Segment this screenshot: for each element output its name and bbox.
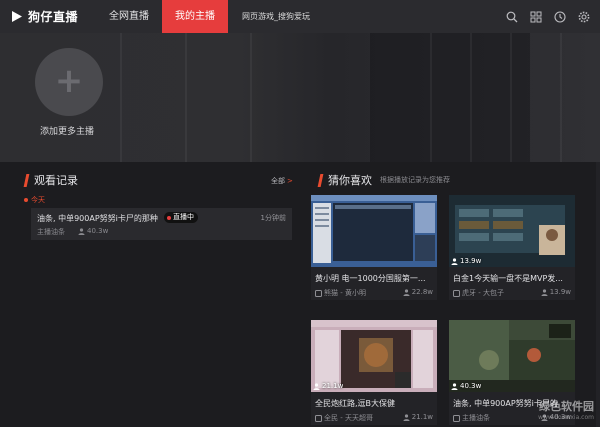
history-list-item[interactable]: 油条, 中单900AP努努i卡尸的那种 直播中 1分钟前 主播油条 40.3w (31, 208, 292, 240)
tab-web-games[interactable]: 网页游戏_搜狗爱玩 (228, 0, 323, 33)
thumbnail-image (311, 195, 437, 267)
today-label-text: 今天 (31, 196, 45, 204)
thumbnail-viewers: 13.9w (451, 257, 481, 265)
stream-author-name: 虎牙 - 大包子 (462, 289, 504, 297)
watermark-text: 绿色软件园 (539, 400, 594, 413)
hero-decoration (185, 33, 187, 162)
stream-author-name: 主播油条 (462, 414, 490, 422)
recommend-subtitle: 根据播放记录为您推荐 (380, 176, 450, 184)
hero-decoration (370, 33, 530, 162)
stream-thumbnail: 13.9w (449, 195, 575, 267)
tab-my-streamers[interactable]: 我的主播 (162, 0, 228, 33)
person-icon (541, 288, 548, 296)
play-logo-icon (12, 11, 22, 22)
history-item-viewers: 40.3w (78, 227, 108, 235)
history-all-link[interactable]: 全部 > (271, 176, 293, 186)
hero-decoration (510, 33, 512, 162)
hero-decoration (560, 33, 562, 162)
stream-thumbnail: 40.3w (449, 320, 575, 392)
thumbnail-viewers: 40.3w (451, 382, 481, 390)
history-title: 观看记录 (34, 174, 78, 187)
stream-author: 熊猫 - 黄小明 (315, 288, 366, 298)
stream-card[interactable]: 21.1w 全民炮红路,逗B大保健 全民 - 天天超哥 21.1w (311, 320, 437, 425)
person-icon (451, 382, 458, 390)
section-accent-bar (23, 173, 30, 187)
hero-decoration (470, 33, 472, 162)
person-icon (451, 257, 458, 265)
stream-viewers: 22.8w (403, 288, 433, 296)
history-item-author: 主播油条 (37, 228, 65, 236)
platform-icon (315, 414, 322, 422)
viewer-count: 13.9w (549, 288, 571, 296)
hero-banner: + 添加更多主播 (0, 33, 600, 162)
history-clock-icon[interactable] (554, 10, 566, 23)
all-link-label: 全部 (271, 177, 285, 185)
stream-author: 虎牙 - 大包子 (453, 288, 504, 298)
hero-decoration (250, 33, 252, 162)
thumbnail-viewer-count: 21.1w (322, 382, 344, 390)
hero-decoration (430, 33, 432, 162)
stream-title: 白金1今天输一盘不是MVP发... (453, 274, 563, 283)
viewer-count: 40.3w (87, 227, 109, 235)
live-badge-label: 直播中 (173, 213, 194, 221)
stream-thumbnail (311, 195, 437, 267)
stream-card[interactable]: 13.9w 白金1今天输一盘不是MVP发... 虎牙 - 大包子 13.9w (449, 195, 575, 300)
app-logo[interactable]: 狗仔直播 (0, 8, 96, 25)
top-bar: 狗仔直播 全网直播 我的主播 网页游戏_搜狗爱玩 (0, 0, 600, 33)
add-streamer-button[interactable]: + (35, 48, 103, 116)
watermark-url: www.downxia.com (538, 414, 594, 421)
history-section-header: 观看记录 (23, 172, 78, 188)
person-icon (313, 382, 320, 390)
history-item-title: 油条, 中单900AP努努i卡尸的那种 (37, 214, 158, 223)
live-status-badge: 直播中 (164, 212, 198, 223)
platform-icon (453, 289, 460, 297)
tab-all-live[interactable]: 全网直播 (96, 0, 162, 33)
app-title: 狗仔直播 (28, 10, 79, 24)
layout-icon[interactable] (530, 11, 542, 23)
stream-thumbnail: 21.1w (311, 320, 437, 392)
plus-icon: + (54, 61, 84, 101)
scrollbar[interactable] (596, 162, 600, 427)
history-item-time: 1分钟前 (260, 214, 286, 222)
viewer-count: 21.1w (411, 413, 433, 421)
thumbnail-viewer-count: 13.9w (460, 257, 482, 265)
recommend-title: 猜你喜欢 (328, 174, 372, 187)
stream-viewers: 21.1w (403, 413, 433, 421)
person-icon (78, 227, 85, 235)
stream-title: 黄小明 电一1000分国服第一... (315, 274, 426, 283)
recommend-section-header: 猜你喜欢 根据播放记录为您推荐 (317, 172, 450, 188)
thumbnail-viewer-count: 40.3w (460, 382, 482, 390)
watermark: 绿色软件园 www.downxia.com (538, 401, 594, 423)
stream-card[interactable]: 黄小明 电一1000分国服第一... 熊猫 - 黄小明 22.8w (311, 195, 437, 300)
chevron-right-icon: > (287, 177, 293, 185)
stream-viewers: 13.9w (541, 288, 571, 296)
stream-author-name: 全民 - 天天超哥 (324, 414, 373, 422)
platform-icon (315, 289, 322, 297)
person-icon (403, 413, 410, 421)
dot-icon (24, 198, 28, 202)
settings-gear-icon[interactable] (578, 11, 590, 23)
thumbnail-viewers: 21.1w (313, 382, 343, 390)
add-streamer-label: 添加更多主播 (40, 127, 95, 137)
section-accent-bar (317, 173, 324, 187)
hero-decoration (120, 33, 122, 162)
stream-author: 全民 - 天天超哥 (315, 413, 373, 423)
platform-icon (453, 414, 460, 422)
stream-author-name: 熊猫 - 黄小明 (324, 289, 366, 297)
viewer-count: 22.8w (411, 288, 433, 296)
search-icon[interactable] (506, 11, 518, 23)
stream-author: 主播油条 (453, 413, 490, 423)
stream-title: 全民炮红路,逗B大保健 (315, 399, 396, 408)
live-dot-icon (167, 215, 171, 220)
person-icon (403, 288, 410, 296)
today-group-label: 今天 (24, 195, 45, 205)
